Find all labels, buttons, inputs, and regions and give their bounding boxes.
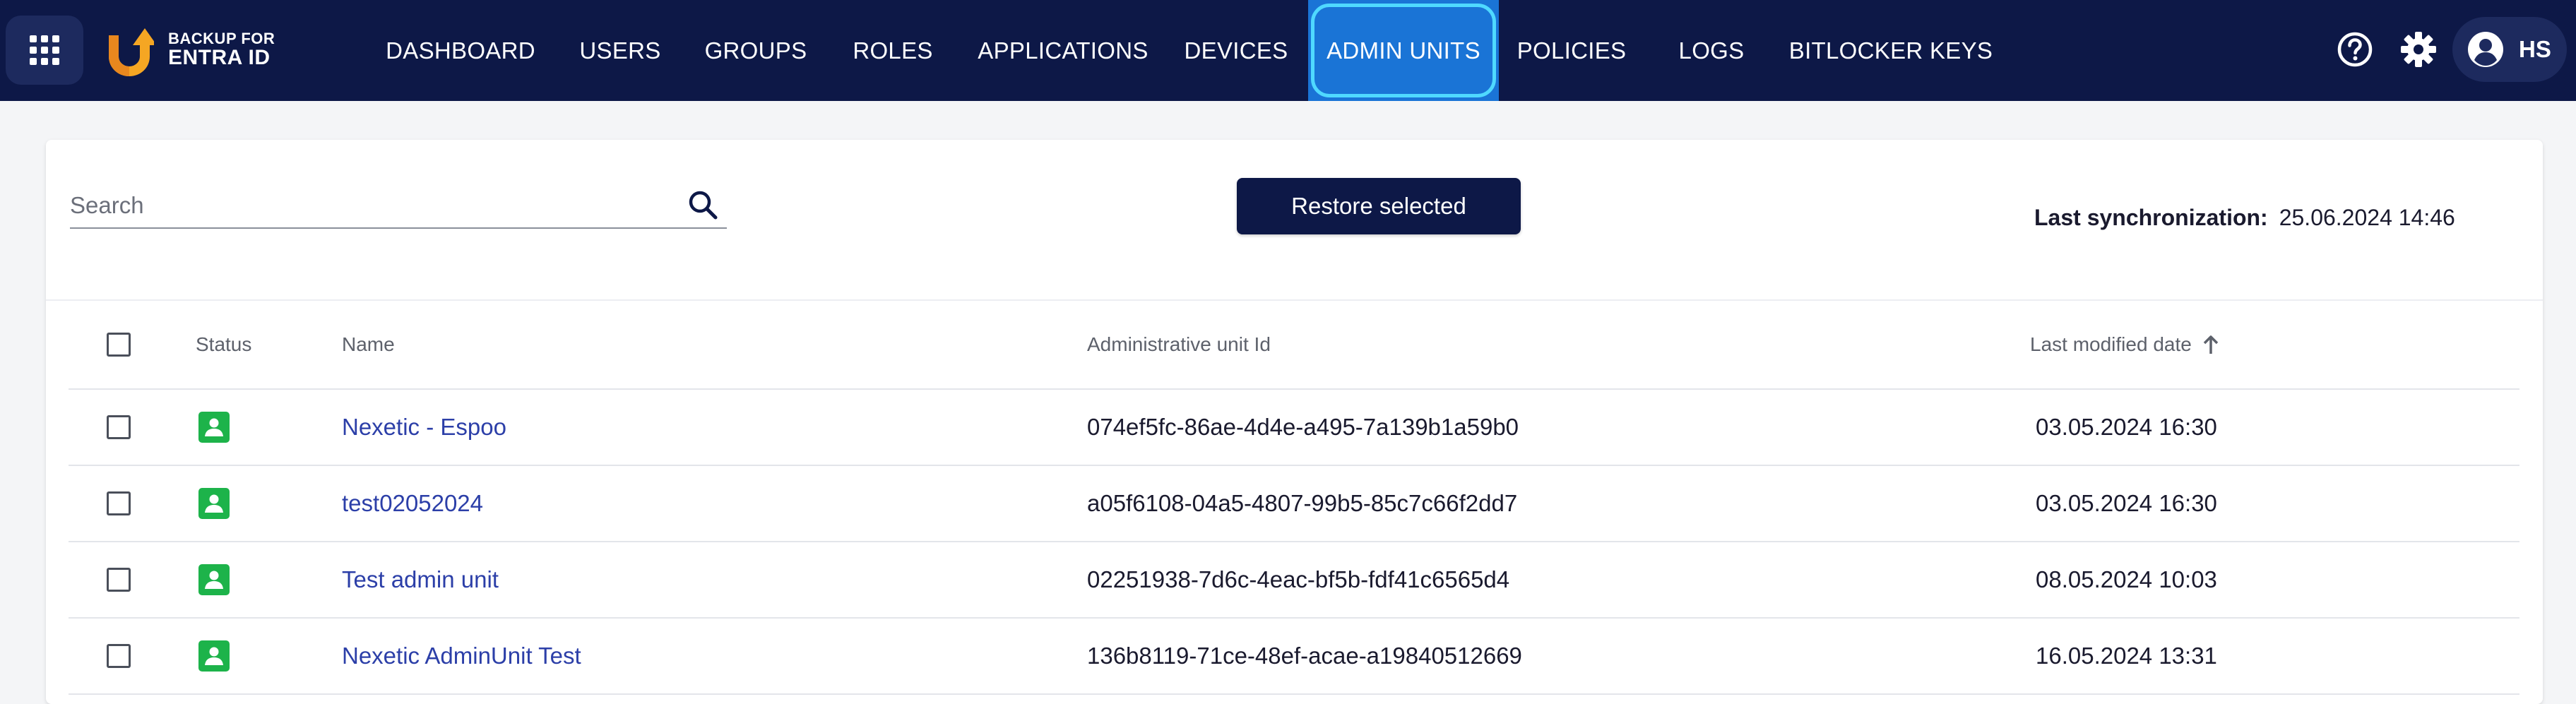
admin-unit-name-link[interactable]: Nexetic - Espoo (342, 390, 506, 465)
nav-users-label: USERS (579, 37, 661, 64)
nav-policies-label: POLICIES (1516, 37, 1627, 64)
nav-bitlocker-keys[interactable]: BITLOCKER KEYS (1789, 0, 1993, 101)
nav-applications[interactable]: APPLICATIONS (975, 0, 1151, 101)
admin-unit-name-link[interactable]: Test admin unit (342, 542, 499, 617)
admin-units-card: Restore selected Last synchronization: 25… (46, 140, 2543, 704)
nav-admin-units-label: ADMIN UNITS (1326, 37, 1480, 64)
admin-unit-status-icon (198, 412, 230, 443)
admin-unit-id: 136b8119-71ce-48ef-acae-a19840512669 (1087, 643, 1522, 669)
last-synchronization: Last synchronization: 25.06.2024 14:46 (2034, 205, 2455, 231)
nav-groups-label: GROUPS (704, 37, 807, 64)
account-circle-icon (2468, 32, 2503, 67)
sync-label: Last synchronization: (2034, 205, 2268, 230)
user-menu-button[interactable]: HS (2452, 17, 2567, 82)
nav-devices-label: DEVICES (1184, 37, 1288, 64)
last-modified-date: 03.05.2024 16:30 (2036, 490, 2217, 516)
settings-button[interactable] (2397, 28, 2440, 71)
admin-units-table: Status Name Administrative unit Id Last … (69, 301, 2519, 695)
status-cell (198, 466, 230, 541)
column-header-status[interactable]: Status (196, 301, 251, 388)
status-cell (198, 390, 230, 465)
row-checkbox[interactable] (107, 491, 131, 515)
help-button[interactable] (2334, 28, 2376, 71)
select-all-cell (107, 301, 131, 388)
admin-unit-status-icon (198, 640, 230, 672)
row-select-cell (107, 466, 131, 541)
row-checkbox[interactable] (107, 415, 131, 439)
apps-grid-icon (30, 35, 59, 65)
column-header-modified[interactable]: Last modified date (2030, 301, 2220, 388)
table-row[interactable]: Nexetic AdminUnit Test 136b8119-71ce-48e… (69, 619, 2519, 695)
nav-logs-label: LOGS (1678, 37, 1745, 64)
logo-line-1: BACKUP FOR (168, 29, 275, 47)
last-modified-date: 16.05.2024 13:31 (2036, 643, 2217, 669)
row-select-cell (107, 619, 131, 693)
logo-text: BACKUP FOR ENTRA ID (168, 30, 275, 69)
admin-unit-id: 02251938-7d6c-4eac-bf5b-fdf41c6565d4 (1087, 566, 1510, 592)
nav-roles[interactable]: ROLES (845, 0, 941, 101)
restore-selected-button[interactable]: Restore selected (1237, 178, 1521, 234)
user-initials: HS (2519, 36, 2551, 62)
row-checkbox[interactable] (107, 568, 131, 592)
app-logo[interactable]: BACKUP FOR ENTRA ID (105, 21, 275, 78)
column-header-id[interactable]: Administrative unit Id (1087, 301, 1271, 388)
nav-dashboard-label: DASHBOARD (386, 37, 535, 64)
admin-unit-id: 074ef5fc-86ae-4d4e-a495-7a139b1a59b0 (1087, 414, 1519, 440)
admin-unit-id: a05f6108-04a5-4807-99b5-85c7c66f2dd7 (1087, 490, 1518, 516)
nav-admin-units[interactable]: ADMIN UNITS (1308, 0, 1499, 101)
nav-logs[interactable]: LOGS (1670, 0, 1753, 101)
row-checkbox[interactable] (107, 644, 131, 668)
status-cell (198, 619, 230, 693)
help-icon (2337, 32, 2373, 67)
row-select-cell (107, 542, 131, 617)
nav-bitlocker-keys-label: BITLOCKER KEYS (1788, 37, 1993, 64)
table-header-row: Status Name Administrative unit Id Last … (69, 301, 2519, 390)
app-launcher-button[interactable] (6, 16, 83, 85)
admin-unit-name-link[interactable]: Nexetic AdminUnit Test (342, 619, 581, 693)
nav-roles-label: ROLES (853, 37, 933, 64)
column-header-modified-label: Last modified date (2030, 333, 2192, 355)
nav-applications-label: APPLICATIONS (978, 37, 1148, 64)
nav-devices[interactable]: DEVICES (1180, 0, 1293, 101)
search-field (70, 184, 727, 229)
nav-dashboard[interactable]: DASHBOARD (374, 0, 547, 101)
last-modified-date: 03.05.2024 16:30 (2036, 414, 2217, 440)
nav-groups[interactable]: GROUPS (701, 0, 811, 101)
search-input[interactable] (70, 188, 663, 223)
sort-ascending-icon[interactable] (2202, 334, 2220, 355)
admin-unit-status-icon (198, 564, 230, 595)
top-navigation-bar: BACKUP FOR ENTRA ID DASHBOARD USERS GROU… (0, 0, 2576, 101)
nav-users[interactable]: USERS (574, 0, 667, 101)
row-select-cell (107, 390, 131, 465)
table-row[interactable]: test02052024 a05f6108-04a5-4807-99b5-85c… (69, 466, 2519, 542)
logo-line-2: ENTRA ID (168, 45, 271, 69)
admin-unit-name-link[interactable]: test02052024 (342, 466, 483, 541)
column-header-name[interactable]: Name (342, 301, 395, 388)
table-row[interactable]: Nexetic - Espoo 074ef5fc-86ae-4d4e-a495-… (69, 390, 2519, 466)
backup-logo-icon (109, 28, 154, 76)
table-row[interactable]: Test admin unit 02251938-7d6c-4eac-bf5b-… (69, 542, 2519, 619)
gear-icon (2401, 32, 2436, 67)
status-cell (198, 542, 230, 617)
select-all-checkbox[interactable] (107, 333, 131, 357)
search-icon[interactable] (686, 188, 721, 223)
last-modified-date: 08.05.2024 10:03 (2036, 566, 2217, 592)
sync-value: 25.06.2024 14:46 (2279, 205, 2455, 230)
admin-unit-status-icon (198, 488, 230, 519)
nav-policies[interactable]: POLICIES (1516, 0, 1627, 101)
